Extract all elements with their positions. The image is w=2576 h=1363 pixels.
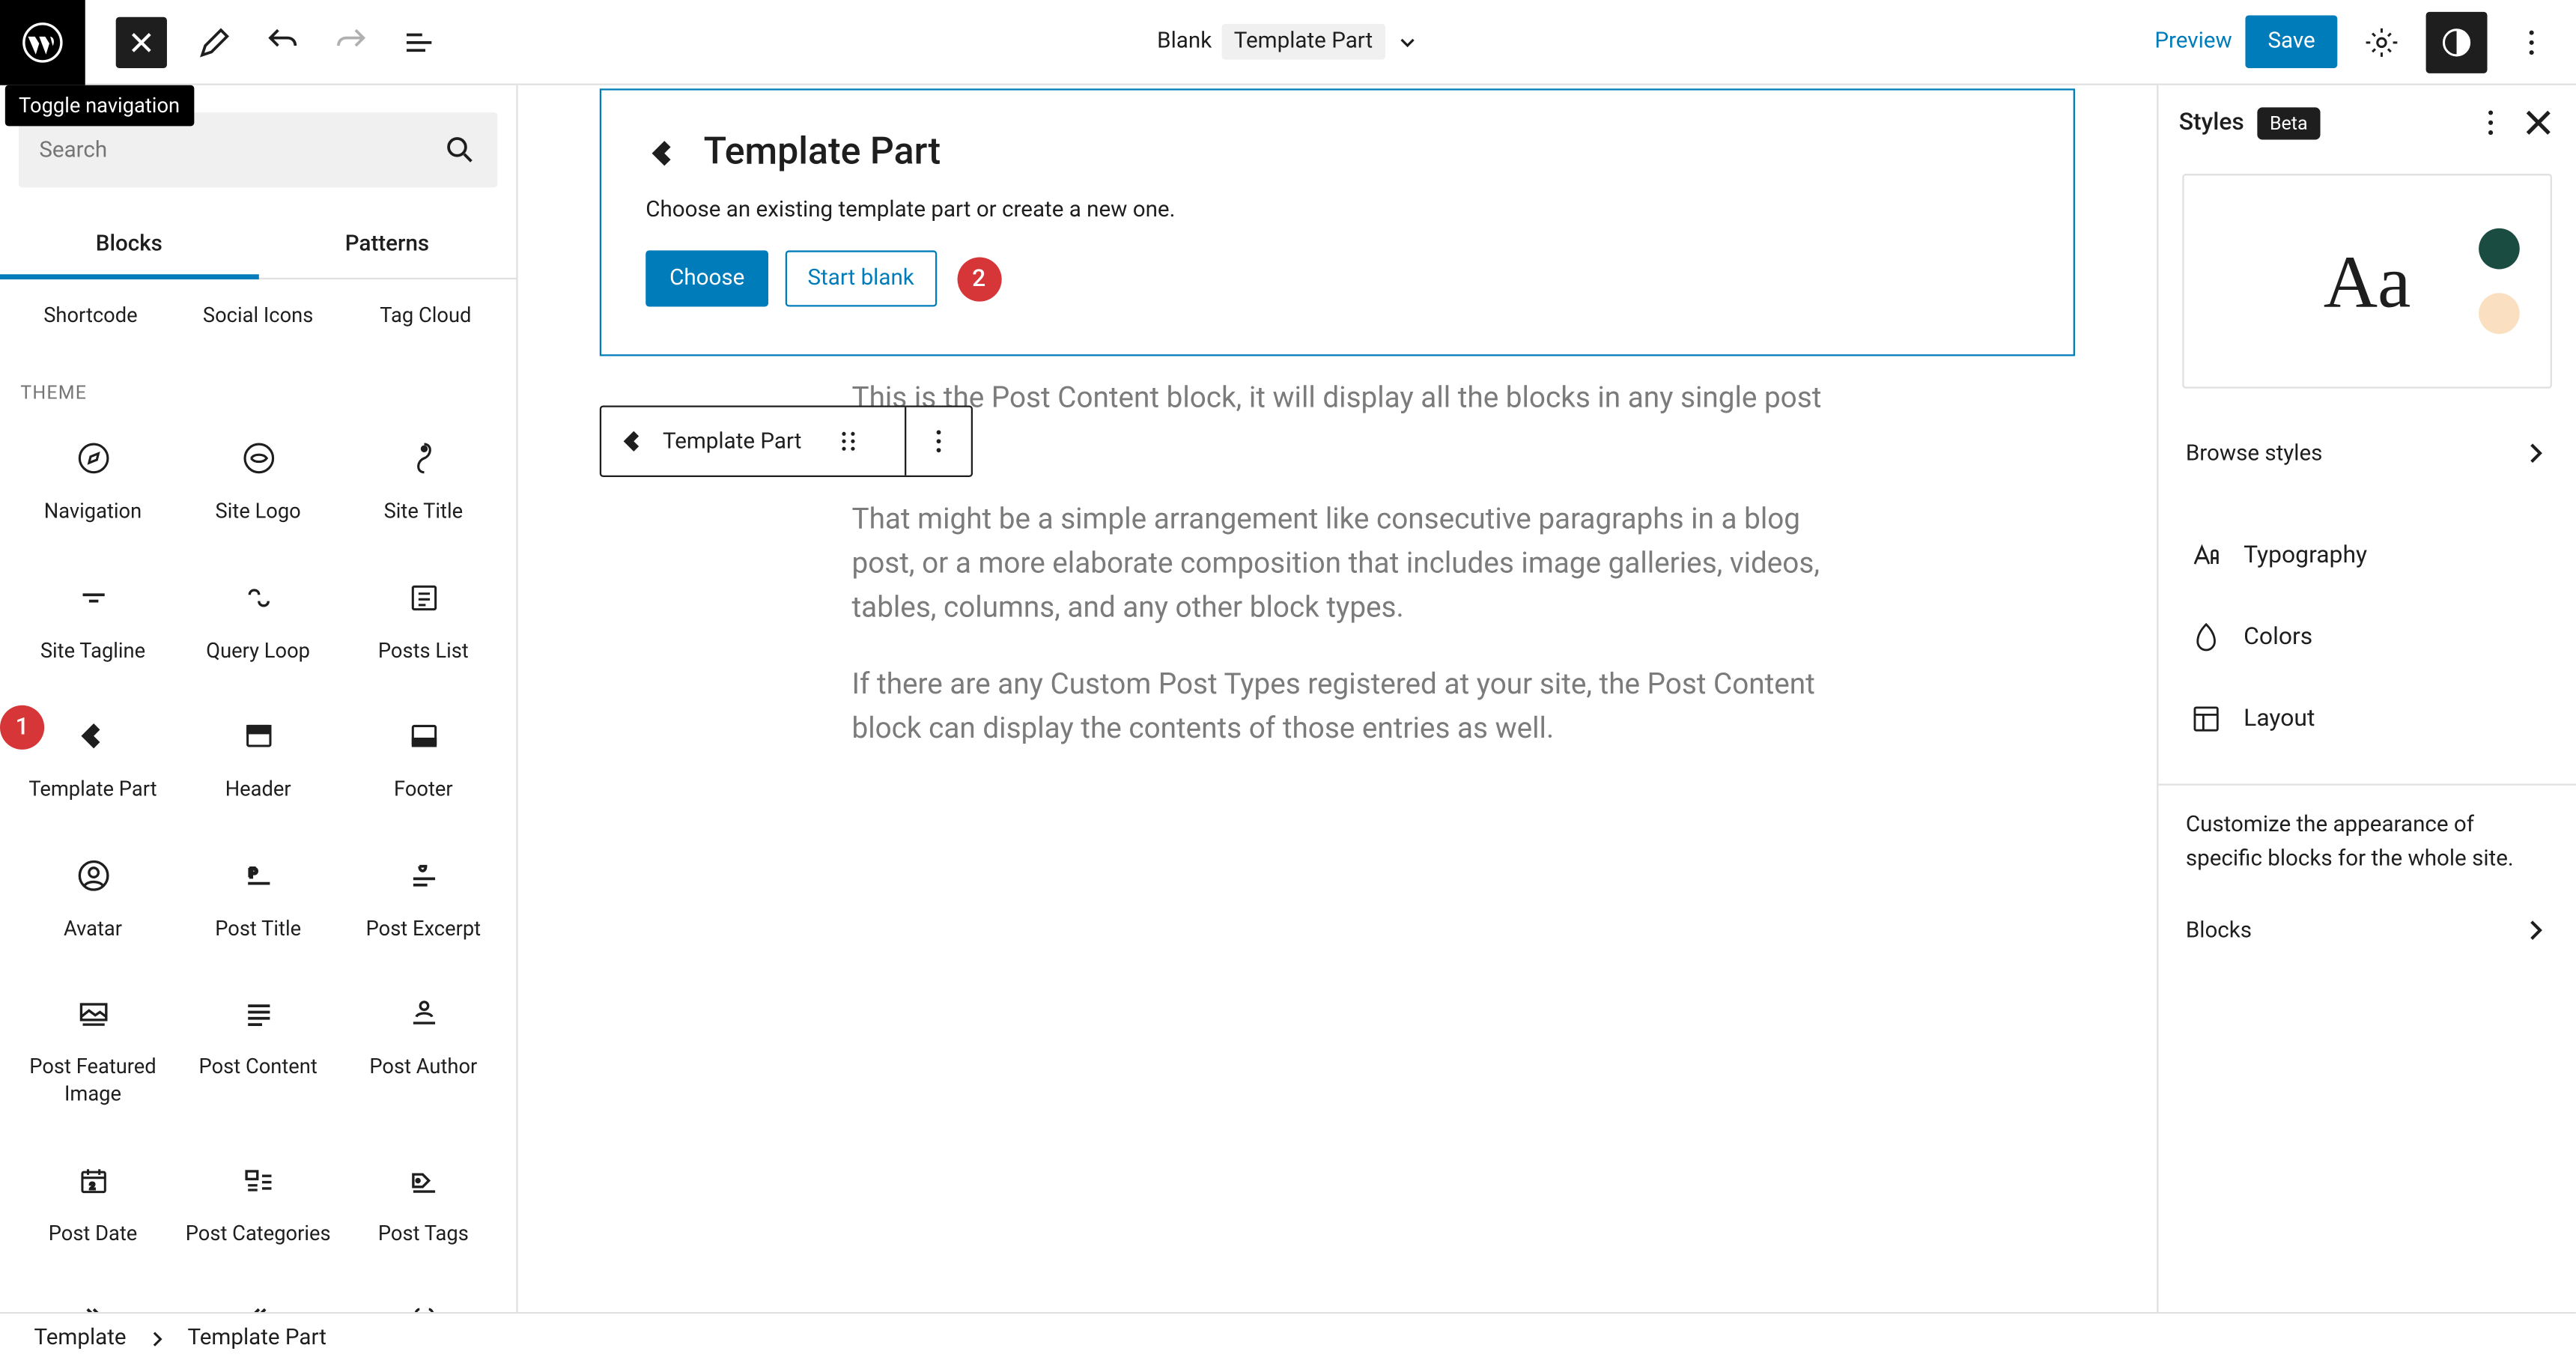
close-icon[interactable] bbox=[2521, 106, 2556, 140]
breadcrumb-template[interactable]: Template bbox=[34, 1326, 127, 1351]
editor-canvas[interactable]: Template Part Choose an existing templat… bbox=[518, 85, 2157, 1329]
block-header[interactable]: Header bbox=[175, 696, 341, 825]
layout-row[interactable]: Layout bbox=[2158, 678, 2575, 759]
template-name: Blank bbox=[1157, 29, 1212, 55]
post-content-paragraph: This is the Post Content block, it will … bbox=[852, 377, 1823, 467]
save-button[interactable]: Save bbox=[2246, 15, 2337, 68]
panel-more-icon[interactable] bbox=[2473, 106, 2508, 140]
template-part-badge: Template Part bbox=[1222, 24, 1385, 60]
edit-mode-icon[interactable] bbox=[184, 11, 246, 73]
drag-icon bbox=[836, 429, 860, 453]
color-swatch-secondary bbox=[2479, 293, 2520, 334]
typography-sample: Aa bbox=[2324, 237, 2411, 324]
styles-blocks-button[interactable]: Blocks bbox=[2158, 899, 2575, 961]
block-toolbar: Template Part bbox=[600, 405, 972, 477]
top-toolbar: Toggle navigation Blank Template Part Pr bbox=[0, 0, 2576, 85]
block-post-content[interactable]: Post Content bbox=[175, 974, 341, 1129]
svg-text:2: 2 bbox=[88, 1180, 94, 1192]
svg-text:P: P bbox=[249, 866, 257, 881]
category-theme: THEME bbox=[7, 347, 509, 417]
document-title[interactable]: Blank Template Part bbox=[1157, 24, 1418, 60]
typography-icon bbox=[2189, 538, 2223, 573]
search-field[interactable] bbox=[39, 137, 443, 163]
colors-row[interactable]: Colors bbox=[2158, 596, 2575, 678]
placeholder-title: Template Part bbox=[704, 131, 941, 174]
block-label[interactable]: Social Icons bbox=[174, 303, 342, 327]
styles-title: Styles bbox=[2179, 109, 2244, 136]
block-query-loop[interactable]: Query Loop bbox=[175, 556, 341, 685]
typography-row[interactable]: Typography bbox=[2158, 514, 2575, 596]
style-preview[interactable]: Aa bbox=[2182, 174, 2552, 389]
block-post-date[interactable]: 2Post Date bbox=[10, 1139, 176, 1268]
block-post-excerpt[interactable]: Post Excerpt bbox=[341, 834, 506, 963]
redo-icon[interactable] bbox=[321, 11, 382, 73]
block-posts-list[interactable]: Posts List bbox=[341, 556, 506, 685]
chevron-down-icon bbox=[1395, 30, 1419, 54]
toolbar-block-type[interactable]: Template Part bbox=[601, 407, 818, 476]
template-part-icon bbox=[645, 134, 683, 171]
settings-icon[interactable] bbox=[2351, 11, 2413, 73]
wordpress-logo-button[interactable] bbox=[0, 0, 85, 85]
block-site-logo[interactable]: Site Logo bbox=[175, 417, 341, 546]
beta-badge: Beta bbox=[2258, 106, 2320, 139]
block-template-part[interactable]: 1 Template Part bbox=[10, 696, 176, 825]
block-site-tagline[interactable]: Site Tagline bbox=[10, 556, 176, 685]
browse-styles-button[interactable]: Browse styles bbox=[2158, 419, 2575, 488]
layout-icon bbox=[2189, 702, 2223, 736]
block-site-title[interactable]: Site Title bbox=[341, 417, 506, 546]
toolbar-more-icon[interactable] bbox=[905, 407, 970, 476]
choose-button[interactable]: Choose bbox=[645, 250, 768, 306]
list-view-icon[interactable] bbox=[389, 11, 450, 73]
toolbar-drag-handle[interactable] bbox=[818, 407, 876, 476]
undo-icon[interactable] bbox=[252, 11, 314, 73]
block-post-featured-image[interactable]: Post Featured Image bbox=[10, 974, 176, 1129]
color-swatch-primary bbox=[2479, 228, 2520, 270]
close-inserter-button[interactable] bbox=[116, 16, 167, 67]
block-post-tags[interactable]: Post Tags bbox=[341, 1139, 506, 1268]
block-label[interactable]: Tag Cloud bbox=[341, 303, 509, 327]
post-content-paragraph: That might be a simple arrangement like … bbox=[852, 497, 1823, 632]
preview-button[interactable]: Preview bbox=[2154, 29, 2232, 55]
tab-patterns[interactable]: Patterns bbox=[258, 211, 517, 278]
toolbar-movers[interactable] bbox=[877, 407, 904, 476]
annotation-badge-1: 1 bbox=[0, 705, 44, 750]
more-options-icon[interactable] bbox=[2501, 11, 2563, 73]
styles-icon[interactable] bbox=[2426, 11, 2488, 73]
chevron-right-icon bbox=[2521, 917, 2548, 944]
block-navigation[interactable]: Navigation bbox=[10, 417, 176, 546]
search-icon bbox=[443, 133, 478, 167]
start-blank-button[interactable]: Start blank bbox=[786, 250, 936, 306]
tooltip: Toggle navigation bbox=[5, 85, 193, 127]
template-part-icon bbox=[619, 426, 649, 457]
block-post-author[interactable]: Post Author bbox=[341, 974, 506, 1129]
block-avatar[interactable]: Avatar bbox=[10, 834, 176, 963]
styles-footer-text: Customize the appearance of specific blo… bbox=[2158, 810, 2575, 900]
post-content-paragraph: If there are any Custom Post Types regis… bbox=[852, 662, 1823, 752]
styles-panel: Styles Beta Aa Browse styles Typog bbox=[2157, 85, 2576, 1329]
chevron-right-icon bbox=[147, 1328, 167, 1348]
block-footer[interactable]: Footer bbox=[341, 696, 506, 825]
inserter-tabs: Blocks Patterns bbox=[0, 211, 516, 279]
breadcrumb-template-part[interactable]: Template Part bbox=[187, 1326, 326, 1351]
colors-icon bbox=[2189, 620, 2223, 655]
annotation-badge-2: 2 bbox=[957, 256, 1001, 300]
block-post-title[interactable]: PPost Title bbox=[175, 834, 341, 963]
block-post-categories[interactable]: Post Categories bbox=[175, 1139, 341, 1268]
breadcrumb: Template Template Part bbox=[0, 1312, 2576, 1363]
block-label[interactable]: Shortcode bbox=[7, 303, 174, 327]
tab-blocks[interactable]: Blocks bbox=[0, 211, 258, 278]
placeholder-description: Choose an existing template part or crea… bbox=[645, 198, 2029, 223]
block-inserter-panel: Blocks Patterns Shortcode Social Icons T… bbox=[0, 85, 518, 1329]
template-part-placeholder: Template Part Choose an existing templat… bbox=[600, 88, 2075, 356]
chevron-right-icon bbox=[2521, 440, 2548, 467]
